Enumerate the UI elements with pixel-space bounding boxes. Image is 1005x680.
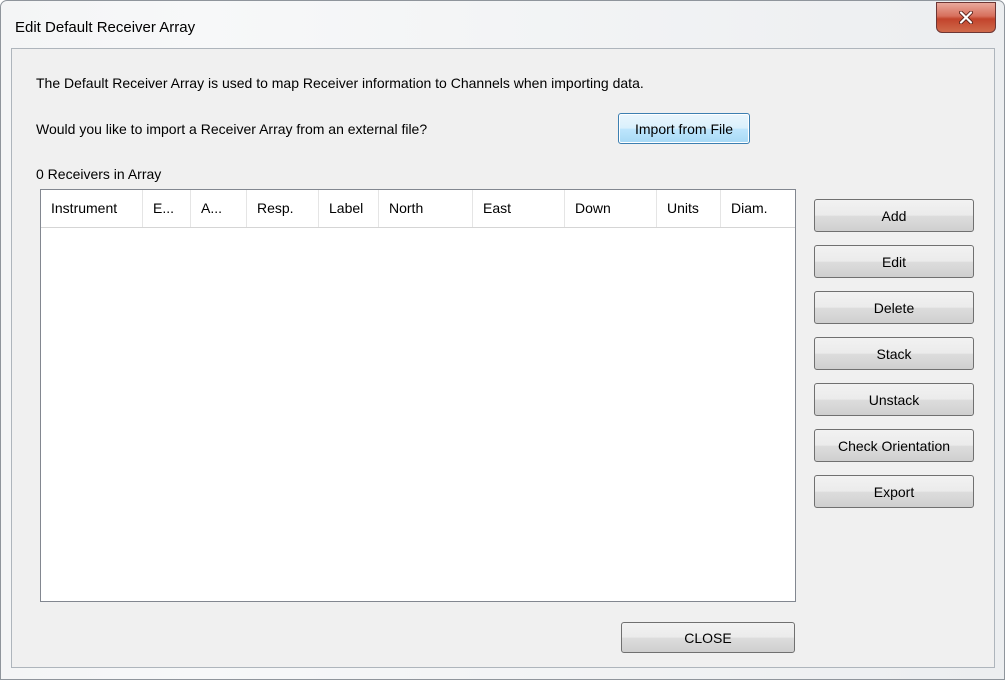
close-window-button[interactable] (936, 2, 996, 33)
column-header-diam[interactable]: Diam. (721, 190, 787, 227)
dialog-window: Edit Default Receiver Array The Default … (0, 0, 1005, 680)
add-button[interactable]: Add (814, 199, 974, 232)
table-header: Instrument E... A... Resp. Label North E… (41, 190, 795, 228)
stack-button[interactable]: Stack (814, 337, 974, 370)
column-header-resp[interactable]: Resp. (247, 190, 319, 227)
close-button[interactable]: CLOSE (621, 622, 795, 653)
column-header-east[interactable]: East (473, 190, 565, 227)
import-question-text: Would you like to import a Receiver Arra… (36, 121, 428, 137)
receiver-count-label: 0 Receivers in Array (36, 166, 162, 182)
column-header-down[interactable]: Down (565, 190, 657, 227)
close-icon (959, 11, 973, 24)
column-header-units[interactable]: Units (657, 190, 721, 227)
receiver-list-table[interactable]: Instrument E... A... Resp. Label North E… (40, 189, 796, 602)
column-header-instrument[interactable]: Instrument (41, 190, 143, 227)
column-header-label[interactable]: Label (319, 190, 379, 227)
delete-button[interactable]: Delete (814, 291, 974, 324)
title-bar[interactable]: Edit Default Receiver Array (1, 1, 1004, 47)
column-header-e[interactable]: E... (143, 190, 191, 227)
description-text: The Default Receiver Array is used to ma… (36, 75, 644, 91)
import-from-file-button[interactable]: Import from File (618, 113, 750, 144)
column-header-a[interactable]: A... (191, 190, 247, 227)
dialog-client-area: The Default Receiver Array is used to ma… (11, 48, 995, 668)
export-button[interactable]: Export (814, 475, 974, 508)
check-orientation-button[interactable]: Check Orientation (814, 429, 974, 462)
column-header-north[interactable]: North (379, 190, 473, 227)
unstack-button[interactable]: Unstack (814, 383, 974, 416)
edit-button[interactable]: Edit (814, 245, 974, 278)
window-title: Edit Default Receiver Array (15, 19, 196, 36)
